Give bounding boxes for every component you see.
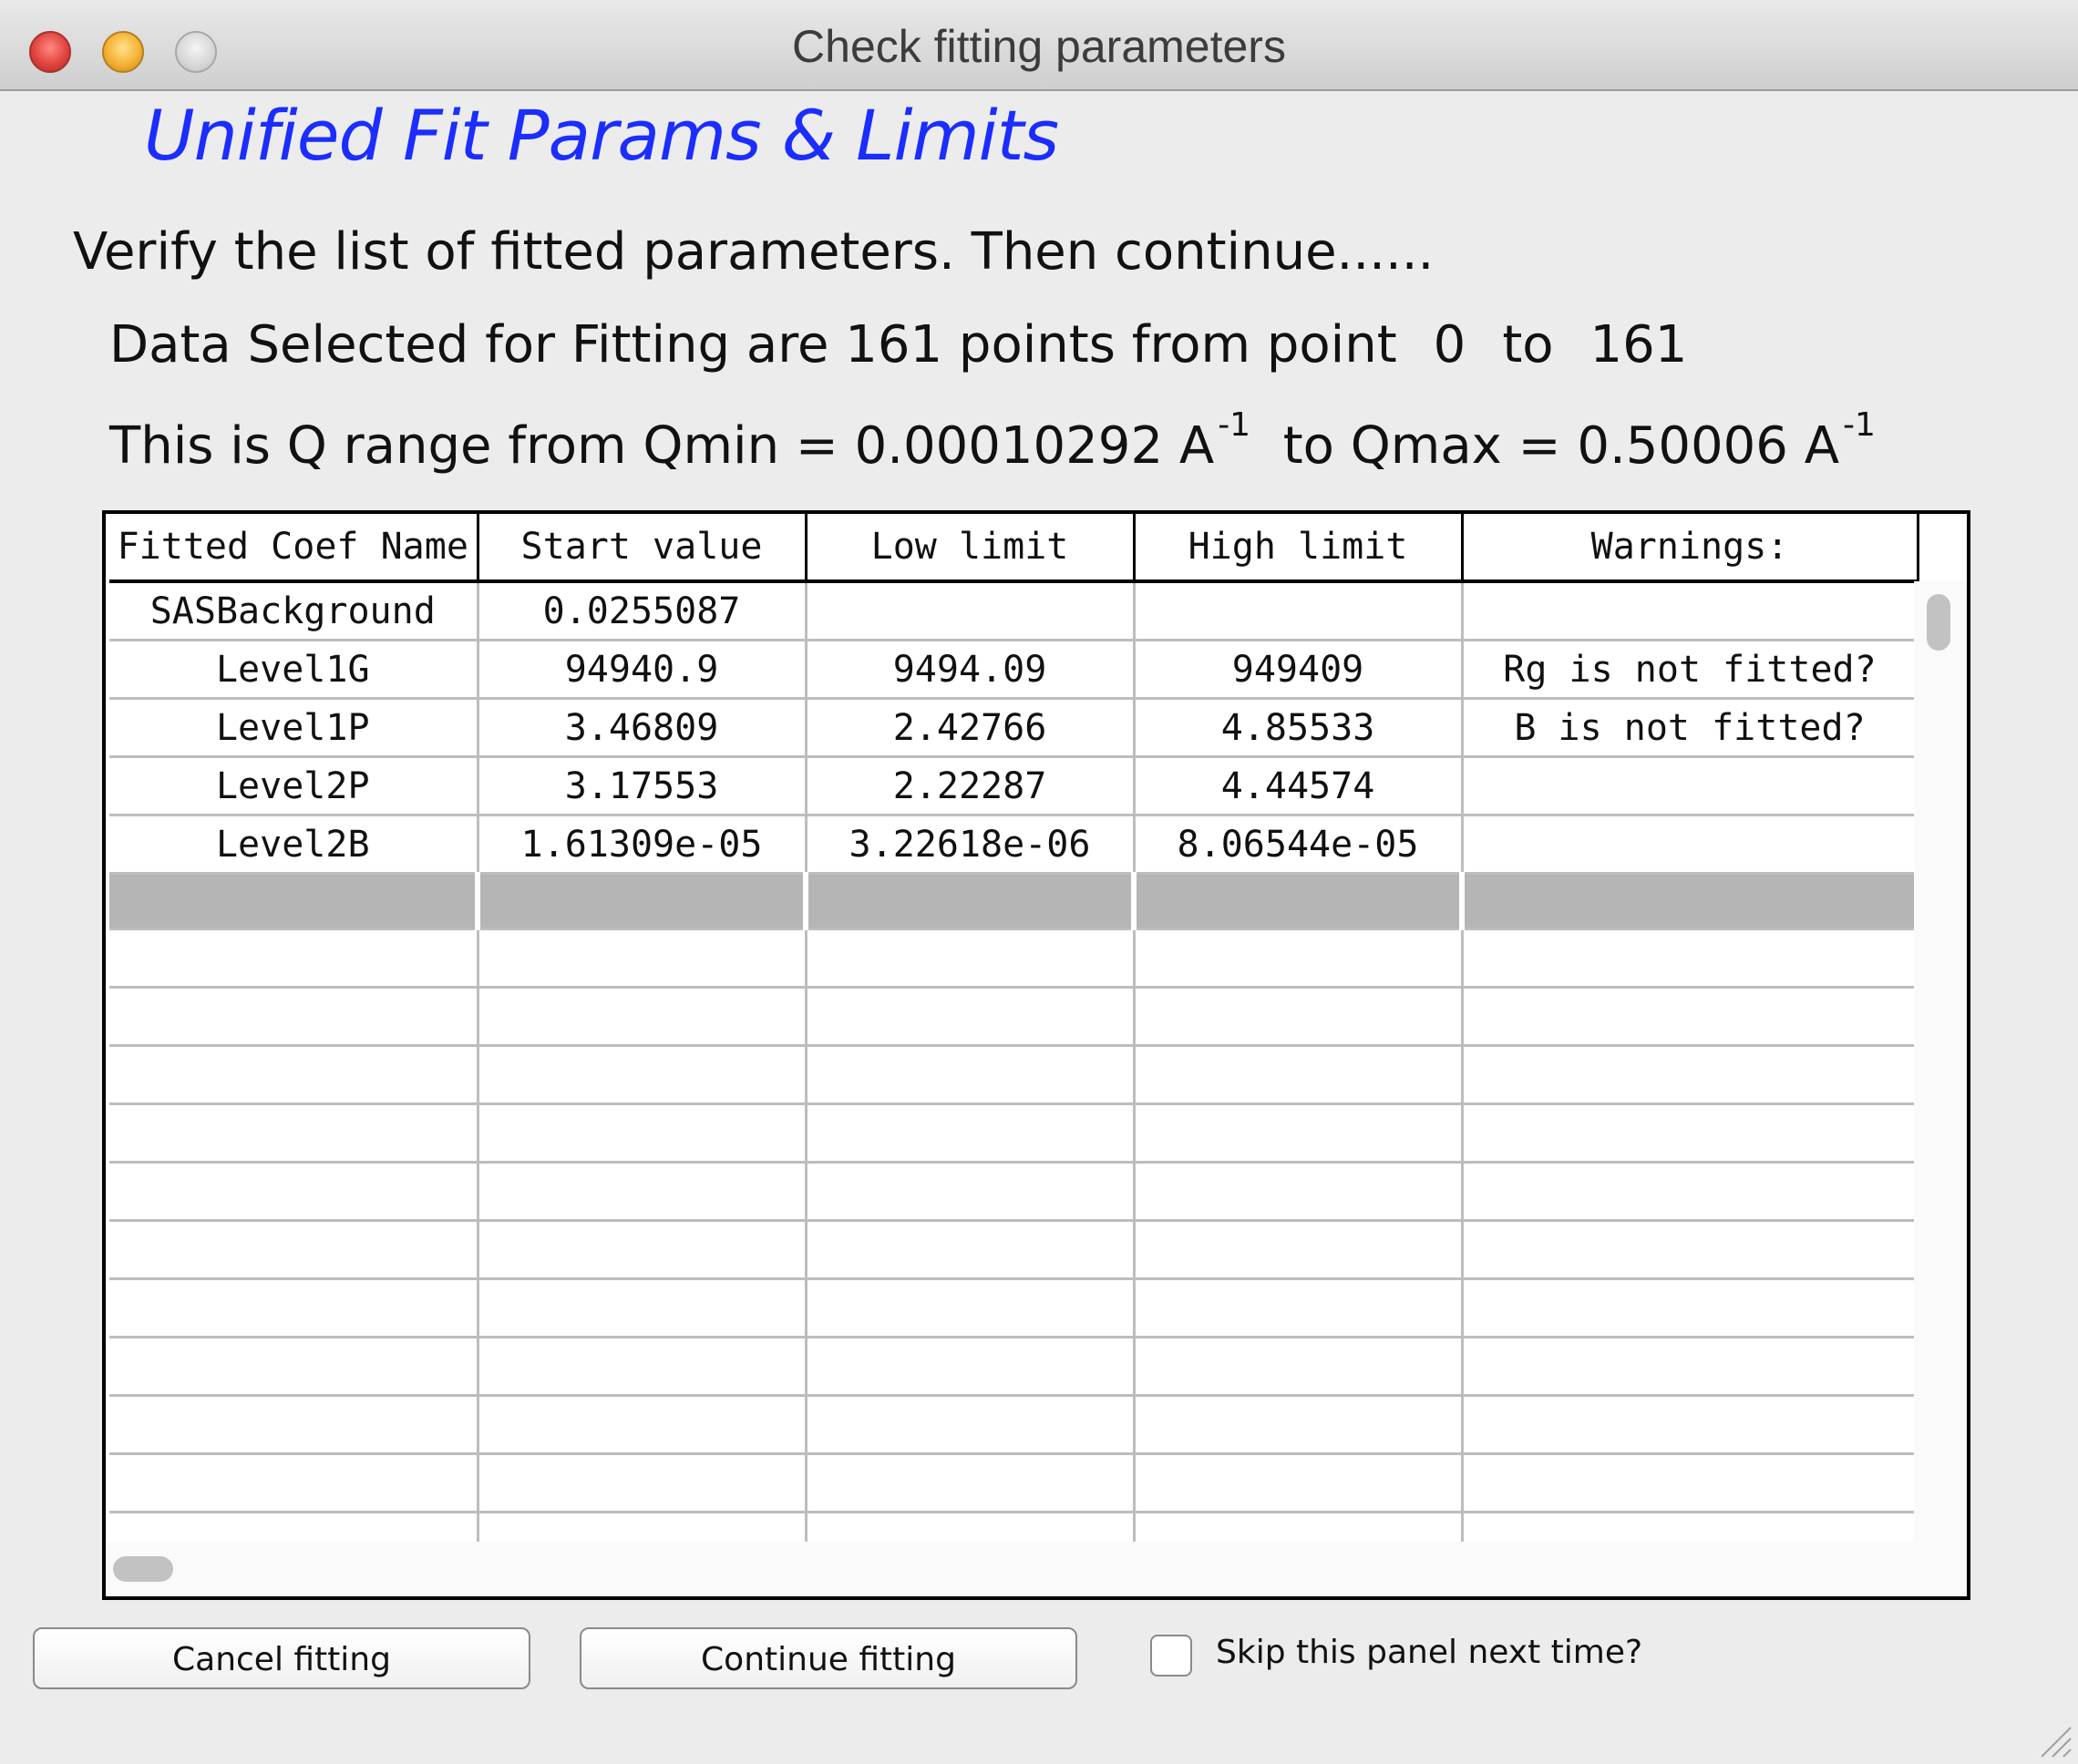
table-row[interactable]: Level2B 1.61309e-05 3.22618e-06 8.06544e…: [109, 815, 1919, 875]
cell-coef-name[interactable]: Level2P: [109, 756, 479, 816]
selection-from: 0: [1433, 315, 1466, 374]
empty-table-row[interactable]: [109, 1220, 1919, 1280]
cell-warning[interactable]: [1462, 815, 1919, 875]
selection-info: Data Selected for Fitting are 161 points…: [109, 315, 1687, 374]
cancel-fitting-button[interactable]: Cancel fitting: [33, 1627, 530, 1689]
cell-warning[interactable]: Rg is not fitted?: [1462, 640, 1919, 700]
empty-table-row[interactable]: [109, 1278, 1919, 1338]
cell-start-value[interactable]: 94940.9: [478, 640, 808, 700]
check-fitting-parameters-window: Check fitting parameters Unified Fit Par…: [0, 0, 2078, 1764]
table-separator-row: [109, 873, 1920, 930]
empty-table-row[interactable]: [109, 987, 1919, 1047]
cell-low-limit[interactable]: 9494.09: [806, 640, 1136, 700]
cell-start-value[interactable]: 3.17553: [478, 756, 808, 816]
q-range-middle: to Qmax = 0.50006 A: [1282, 416, 1840, 476]
table-row[interactable]: SASBackground 0.0255087: [109, 581, 1919, 641]
q-min-unit-exponent: -1: [1218, 406, 1251, 444]
column-header[interactable]: Start value: [478, 514, 808, 583]
parameters-table: Fitted Coef Name Start value Low limit H…: [102, 510, 1970, 1600]
empty-table-row[interactable]: [109, 1045, 1919, 1105]
window-title: Check fitting parameters: [792, 21, 1286, 72]
table-row[interactable]: Level1P 3.46809 2.42766 4.85533 B is not…: [109, 698, 1919, 758]
vertical-scroll-thumb[interactable]: [1927, 594, 1950, 651]
empty-table-row[interactable]: [109, 1453, 1919, 1513]
column-header[interactable]: Fitted Coef Name: [109, 514, 479, 583]
resize-grip-icon[interactable]: [2036, 1722, 2073, 1759]
selection-to: 161: [1589, 315, 1688, 374]
cell-coef-name[interactable]: SASBackground: [109, 581, 479, 641]
column-header[interactable]: High limit: [1134, 514, 1464, 583]
cell-high-limit[interactable]: 4.44574: [1134, 756, 1464, 816]
cell-start-value[interactable]: 1.61309e-05: [478, 815, 808, 875]
title-bar[interactable]: Check fitting parameters: [0, 0, 2078, 91]
empty-table-row[interactable]: [109, 1103, 1919, 1164]
cell-warning[interactable]: [1462, 756, 1919, 816]
cell-high-limit[interactable]: [1134, 581, 1464, 641]
cell-low-limit[interactable]: [806, 581, 1136, 641]
cell-coef-name[interactable]: Level1P: [109, 698, 479, 758]
cell-low-limit[interactable]: 2.42766: [806, 698, 1136, 758]
q-max-unit-exponent: -1: [1843, 406, 1876, 444]
cell-high-limit[interactable]: 4.85533: [1134, 698, 1464, 758]
table-row[interactable]: Level1G 94940.9 9494.09 949409 Rg is not…: [109, 640, 1919, 700]
cell-low-limit[interactable]: 2.22287: [806, 756, 1136, 816]
horizontal-scroll-thumb[interactable]: [113, 1556, 173, 1582]
empty-table-row[interactable]: [109, 928, 1919, 989]
panel-heading: Unified Fit Params & Limits: [144, 95, 1059, 176]
cell-high-limit[interactable]: 8.06544e-05: [1134, 815, 1464, 875]
selection-to-word: to: [1502, 315, 1554, 374]
empty-table-row[interactable]: [109, 1337, 1919, 1397]
empty-table-row[interactable]: [109, 1395, 1919, 1455]
cell-start-value[interactable]: 3.46809: [478, 698, 808, 758]
continue-fitting-button[interactable]: Continue fitting: [580, 1627, 1077, 1689]
cell-low-limit[interactable]: 3.22618e-06: [806, 815, 1136, 875]
q-range-prefix: This is Q range from Qmin = 0.00010292 A: [109, 416, 1215, 476]
table-row[interactable]: Level2P 3.17553 2.22287 4.44574: [109, 756, 1919, 816]
cell-warning[interactable]: [1462, 581, 1919, 641]
instruction-text: Verify the list of fitted parameters. Th…: [73, 222, 1435, 282]
parameters-grid: Fitted Coef Name Start value Low limit H…: [109, 514, 1920, 1572]
table-header-row: Fitted Coef Name Start value Low limit H…: [109, 514, 1919, 583]
column-header[interactable]: Low limit: [806, 514, 1136, 583]
skip-panel-checkbox[interactable]: [1150, 1635, 1192, 1677]
horizontal-scrollbar[interactable]: [106, 1542, 1918, 1596]
skip-panel-label[interactable]: Skip this panel next time?: [1216, 1634, 1642, 1671]
cell-warning[interactable]: B is not fitted?: [1462, 698, 1919, 758]
column-header[interactable]: Warnings:: [1462, 514, 1919, 583]
selection-prefix: Data Selected for Fitting are 161 points…: [109, 315, 1397, 374]
cell-high-limit[interactable]: 949409: [1134, 640, 1464, 700]
cell-start-value[interactable]: 0.0255087: [478, 581, 808, 641]
vertical-scrollbar[interactable]: [1914, 581, 1967, 1596]
empty-table-row[interactable]: [109, 1162, 1919, 1222]
cell-coef-name[interactable]: Level1G: [109, 640, 479, 700]
q-range-info: This is Q range from Qmin = 0.00010292 A…: [109, 406, 1876, 476]
cell-coef-name[interactable]: Level2B: [109, 815, 479, 875]
